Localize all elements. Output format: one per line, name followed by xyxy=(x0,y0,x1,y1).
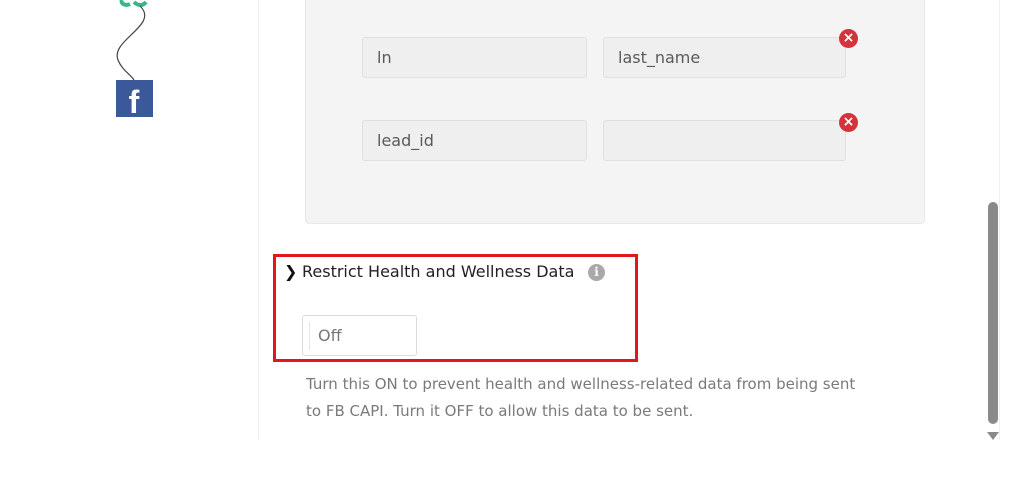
mapping-key-field[interactable]: lead_id xyxy=(362,120,587,161)
flow-canvas: f xyxy=(0,0,258,440)
mapping-value-field[interactable] xyxy=(603,120,846,161)
restrict-health-title[interactable]: Restrict Health and Wellness Data xyxy=(302,262,574,281)
mapping-value-field[interactable]: last_name xyxy=(603,37,846,78)
facebook-letter: f xyxy=(129,84,140,120)
panel-divider xyxy=(258,0,259,440)
remove-mapping-button[interactable]: × xyxy=(839,113,858,132)
field-mapping-panel xyxy=(305,0,925,224)
restrict-health-toggle[interactable]: Off xyxy=(302,315,417,356)
flow-connector: f xyxy=(116,0,153,120)
info-icon[interactable]: i xyxy=(588,264,605,281)
mapping-key-field[interactable]: ln xyxy=(362,37,587,78)
scroll-down-arrow-icon[interactable] xyxy=(987,432,999,440)
right-edge-divider xyxy=(999,0,1000,440)
scrollbar-thumb[interactable] xyxy=(988,202,998,424)
restrict-health-help-text: Turn this ON to prevent health and welln… xyxy=(306,375,856,420)
remove-mapping-button[interactable]: × xyxy=(839,29,858,48)
facebook-icon[interactable]: f xyxy=(116,80,153,120)
expand-chevron-icon[interactable]: ❯ xyxy=(284,262,297,281)
